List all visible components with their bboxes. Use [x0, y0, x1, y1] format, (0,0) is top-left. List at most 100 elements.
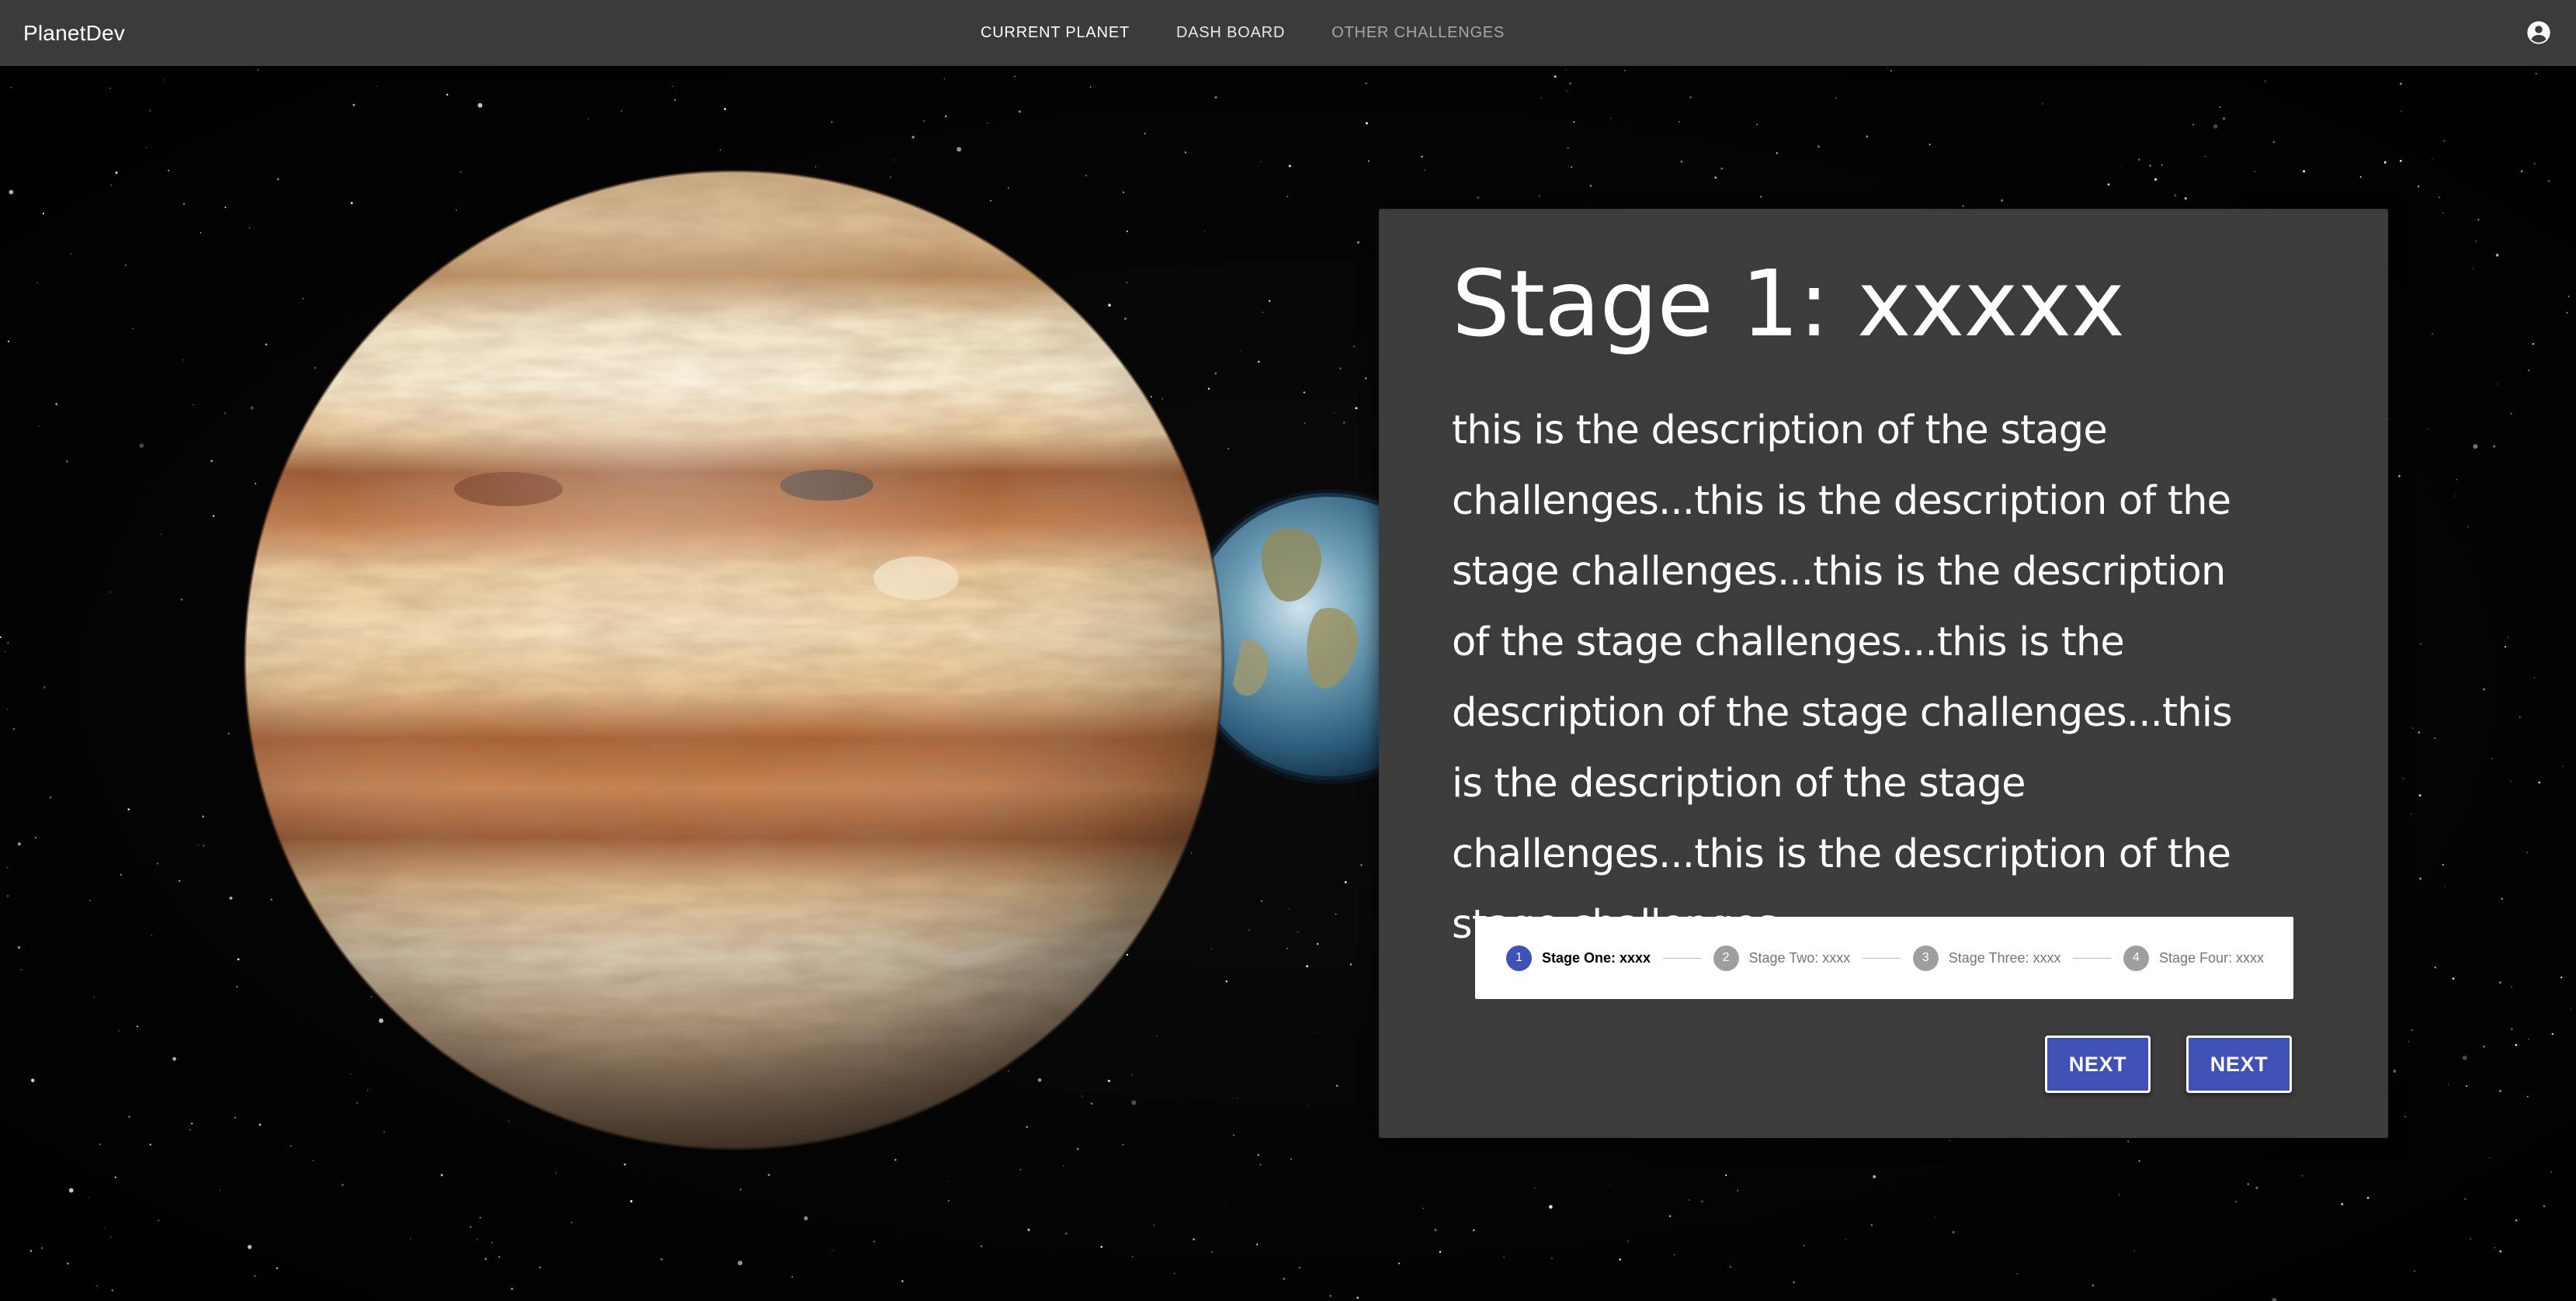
star	[1619, 1258, 1622, 1261]
star	[1398, 1262, 1401, 1265]
star	[2465, 1085, 2468, 1088]
star	[2477, 218, 2480, 221]
step-label: Stage Two: xxxx	[1748, 949, 1851, 966]
star	[2138, 158, 2140, 161]
star	[2301, 1174, 2303, 1177]
star	[2184, 197, 2187, 200]
star	[2434, 737, 2436, 740]
star	[2149, 165, 2151, 168]
step-stage-three[interactable]: 3 Stage Three: xxxx	[1912, 945, 2060, 971]
star	[1725, 1174, 1727, 1176]
star	[2510, 412, 2512, 415]
star	[2526, 1095, 2529, 1098]
star	[2222, 116, 2226, 120]
star	[2527, 1038, 2529, 1040]
star	[1565, 68, 1567, 71]
account-circle-icon[interactable]	[2526, 20, 2551, 45]
star	[2496, 383, 2498, 385]
star	[1538, 195, 1540, 197]
jupiter-planet	[245, 171, 1223, 1149]
star	[2414, 1270, 2416, 1272]
star	[2434, 966, 2436, 969]
nav-dash-board[interactable]: DASH BOARD	[1176, 19, 1285, 47]
star	[2462, 1055, 2467, 1060]
star	[2567, 296, 2570, 297]
star	[2538, 781, 2541, 784]
star	[2417, 186, 2420, 188]
brand-logo-text[interactable]: PlanetDev	[23, 0, 125, 66]
star	[1422, 1207, 1424, 1209]
star	[1668, 1215, 1672, 1217]
star	[1952, 1231, 1955, 1233]
star	[2366, 1196, 2369, 1199]
star	[2501, 897, 2503, 900]
step-number-badge: 3	[1912, 945, 1939, 971]
step-number-badge: 1	[1506, 945, 1532, 971]
stage-card: Stage 1: xxxxx this is the description o…	[1379, 209, 2388, 1138]
step-stage-four[interactable]: 4 Stage Four: xxxx	[2123, 945, 2264, 971]
star	[1554, 75, 1557, 78]
star	[2533, 677, 2535, 678]
star	[2528, 369, 2529, 371]
star	[2498, 1089, 2502, 1093]
star	[2272, 1298, 2277, 1301]
star	[2411, 1029, 2413, 1032]
star	[2204, 155, 2206, 158]
star	[2127, 1140, 2130, 1143]
star	[1866, 135, 1869, 138]
star	[2560, 976, 2563, 979]
star	[2526, 852, 2529, 854]
star	[1439, 1251, 1442, 1253]
star	[2418, 794, 2422, 797]
next-button-primary[interactable]: NEXT	[2045, 1036, 2151, 1093]
star	[1589, 185, 1592, 187]
star	[2092, 1284, 2095, 1287]
star	[1434, 1229, 1437, 1231]
star	[1609, 1184, 1611, 1185]
star	[2213, 124, 2218, 129]
star	[1835, 97, 1837, 99]
star	[2444, 886, 2446, 888]
star	[2489, 1157, 2491, 1159]
step-number-badge: 4	[2123, 945, 2149, 971]
star	[1760, 196, 1762, 198]
star	[1571, 166, 1572, 168]
star	[2520, 170, 2523, 172]
star	[1689, 96, 1692, 99]
step-number-badge: 2	[1713, 945, 1739, 971]
star	[2533, 162, 2536, 165]
star	[2235, 1201, 2237, 1202]
star	[2515, 1219, 2518, 1222]
star	[2042, 102, 2043, 105]
star	[1890, 69, 1893, 72]
step-stage-one[interactable]: 1 Stage One: xxxx	[1506, 945, 1651, 971]
star	[1679, 121, 1680, 123]
nav-other-challenges[interactable]: OTHER CHALLENGES	[1331, 19, 1505, 47]
star	[1870, 1224, 1873, 1226]
next-button-secondary[interactable]: NEXT	[2186, 1036, 2292, 1093]
star	[2119, 165, 2121, 167]
star	[1929, 144, 1931, 146]
star	[2161, 164, 2163, 166]
star	[2255, 1186, 2258, 1189]
star	[2247, 1183, 2249, 1185]
star	[1934, 1216, 1935, 1218]
star	[2519, 716, 2521, 718]
star	[2510, 1028, 2513, 1031]
star	[2566, 311, 2568, 314]
step-label: Stage Four: xxxx	[2158, 949, 2265, 966]
star	[2398, 475, 2401, 477]
top-app-bar: PlanetDev CURRENT PLANET DASH BOARD OTHE…	[0, 0, 2576, 66]
star	[2404, 1115, 2406, 1117]
step-stage-two[interactable]: 2 Stage Two: xxxx	[1713, 945, 1851, 971]
star	[1949, 1140, 1951, 1142]
main-navigation: CURRENT PLANET DASH BOARD OTHER CHALLENG…	[981, 0, 1551, 66]
star	[1793, 1281, 1795, 1284]
star	[1873, 1174, 1876, 1178]
star	[2483, 1046, 2485, 1048]
star	[1473, 1229, 1475, 1232]
star	[2412, 727, 2414, 729]
star	[2418, 731, 2421, 734]
nav-current-planet[interactable]: CURRENT PLANET	[981, 19, 1130, 47]
star	[2454, 495, 2456, 497]
